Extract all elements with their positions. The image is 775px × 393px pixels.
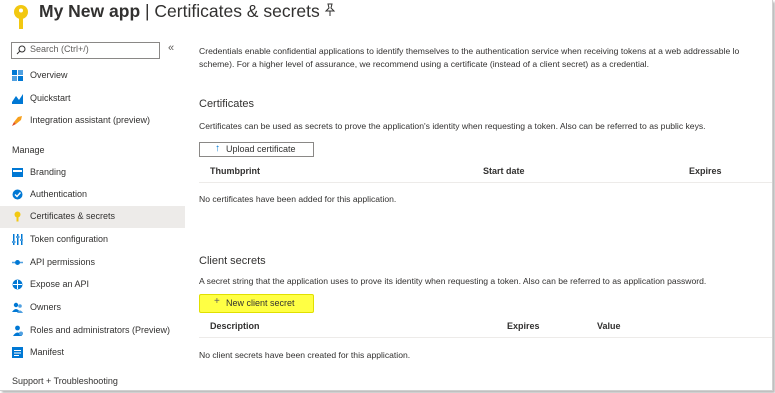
sidebar-item-label: Manifest [30,347,65,357]
client-secrets-description: A secret string that the application use… [199,276,707,286]
client-secrets-heading: Client secrets [199,255,266,267]
column-header-start-date[interactable]: Start date [483,166,525,176]
new-client-secret-button[interactable]: + New client secret [199,294,314,313]
sidebar-item-token-configuration[interactable]: Token configuration [0,229,185,251]
search-icon [16,45,26,55]
collapse-sidebar-icon[interactable]: « [168,42,174,54]
sidebar-item-owners[interactable]: Owners [0,297,185,319]
sidebar-item-label: Token configuration [30,234,109,244]
manifest-icon [12,347,23,358]
sidebar-item-label: Integration assistant (preview) [30,115,151,125]
sidebar-item-label: Owners [30,302,62,312]
intro-text-line1: Credentials enable confidential applicat… [199,46,740,56]
pin-icon[interactable] [324,3,336,17]
rocket-icon [12,116,22,126]
sidebar-item-manifest[interactable]: Manifest [0,342,185,364]
main-content: Credentials enable confidential applicat… [199,36,772,390]
certificates-empty-message: No certificates have been added for this… [199,194,397,204]
intro-text-line2: scheme). For a higher level of assurance… [199,59,649,69]
sidebar-item-integration-assistant[interactable]: Integration assistant (preview) [0,110,185,132]
page-title: My New app | Certificates & secrets [39,1,320,22]
page-title-text: Certificates & secrets [154,1,320,21]
page-header: My New app | Certificates & secrets [0,0,772,36]
branding-icon [12,168,23,177]
sidebar-item-overview[interactable]: Overview [0,65,185,87]
app-window: My New app | Certificates & secrets Sear… [0,0,773,391]
upload-certificate-label: Upload certificate [226,144,296,154]
plus-icon: + [214,296,220,307]
sidebar-item-label: Certificates & secrets [30,211,116,221]
sidebar-item-api-permissions[interactable]: API permissions [0,252,185,274]
column-header-thumbprint[interactable]: Thumbprint [210,166,260,176]
overview-icon [12,70,23,81]
sidebar-item-quickstart[interactable]: Quickstart [0,88,185,110]
sidebar: Search (Ctrl+/) « Overview Quickstart In… [0,36,185,390]
table-divider [199,337,772,338]
key-icon [14,211,21,222]
sidebar-item-expose-an-api[interactable]: Expose an API [0,274,185,296]
sidebar-item-roles-administrators[interactable]: Roles and administrators (Preview) [0,320,185,342]
upload-certificate-button[interactable]: ↑ Upload certificate [199,142,314,157]
app-name: My New app [39,1,141,21]
column-header-expires[interactable]: Expires [689,166,722,176]
sidebar-item-label: Roles and administrators (Preview) [30,325,171,335]
sidebar-item-label: Authentication [30,189,88,199]
quickstart-icon [12,94,23,104]
search-input[interactable]: Search (Ctrl+/) [11,42,160,59]
sidebar-item-branding[interactable]: Branding [0,162,185,184]
key-icon [14,5,28,29]
title-separator: | [140,1,155,21]
sidebar-item-label: Branding [30,167,67,177]
new-client-secret-label: New client secret [226,298,295,308]
owners-icon [12,302,23,313]
sidebar-item-label: Expose an API [30,279,90,289]
client-secrets-empty-message: No client secrets have been created for … [199,350,411,360]
search-placeholder: Search (Ctrl+/) [30,44,89,54]
manage-section-label: Manage [12,145,45,155]
certificates-description: Certificates can be used as secrets to p… [199,121,706,131]
sidebar-item-label: Quickstart [30,93,71,103]
sidebar-item-certificates-secrets[interactable]: Certificates & secrets [0,206,185,228]
token-config-icon [12,234,23,245]
column-header-value[interactable]: Value [597,321,621,331]
api-permissions-icon [12,260,23,265]
roles-icon [13,325,23,336]
sidebar-item-authentication[interactable]: Authentication [0,184,185,206]
certificates-heading: Certificates [199,98,255,110]
column-header-description[interactable]: Description [210,321,260,331]
sidebar-item-label: API permissions [30,257,96,267]
upload-icon: ↑ [215,143,220,154]
authentication-icon [12,189,23,200]
column-header-expires[interactable]: Expires [507,321,540,331]
expose-api-icon [12,279,23,290]
table-divider [199,182,772,183]
sidebar-item-label: Overview [30,70,68,80]
support-section-label: Support + Troubleshooting [12,376,118,386]
